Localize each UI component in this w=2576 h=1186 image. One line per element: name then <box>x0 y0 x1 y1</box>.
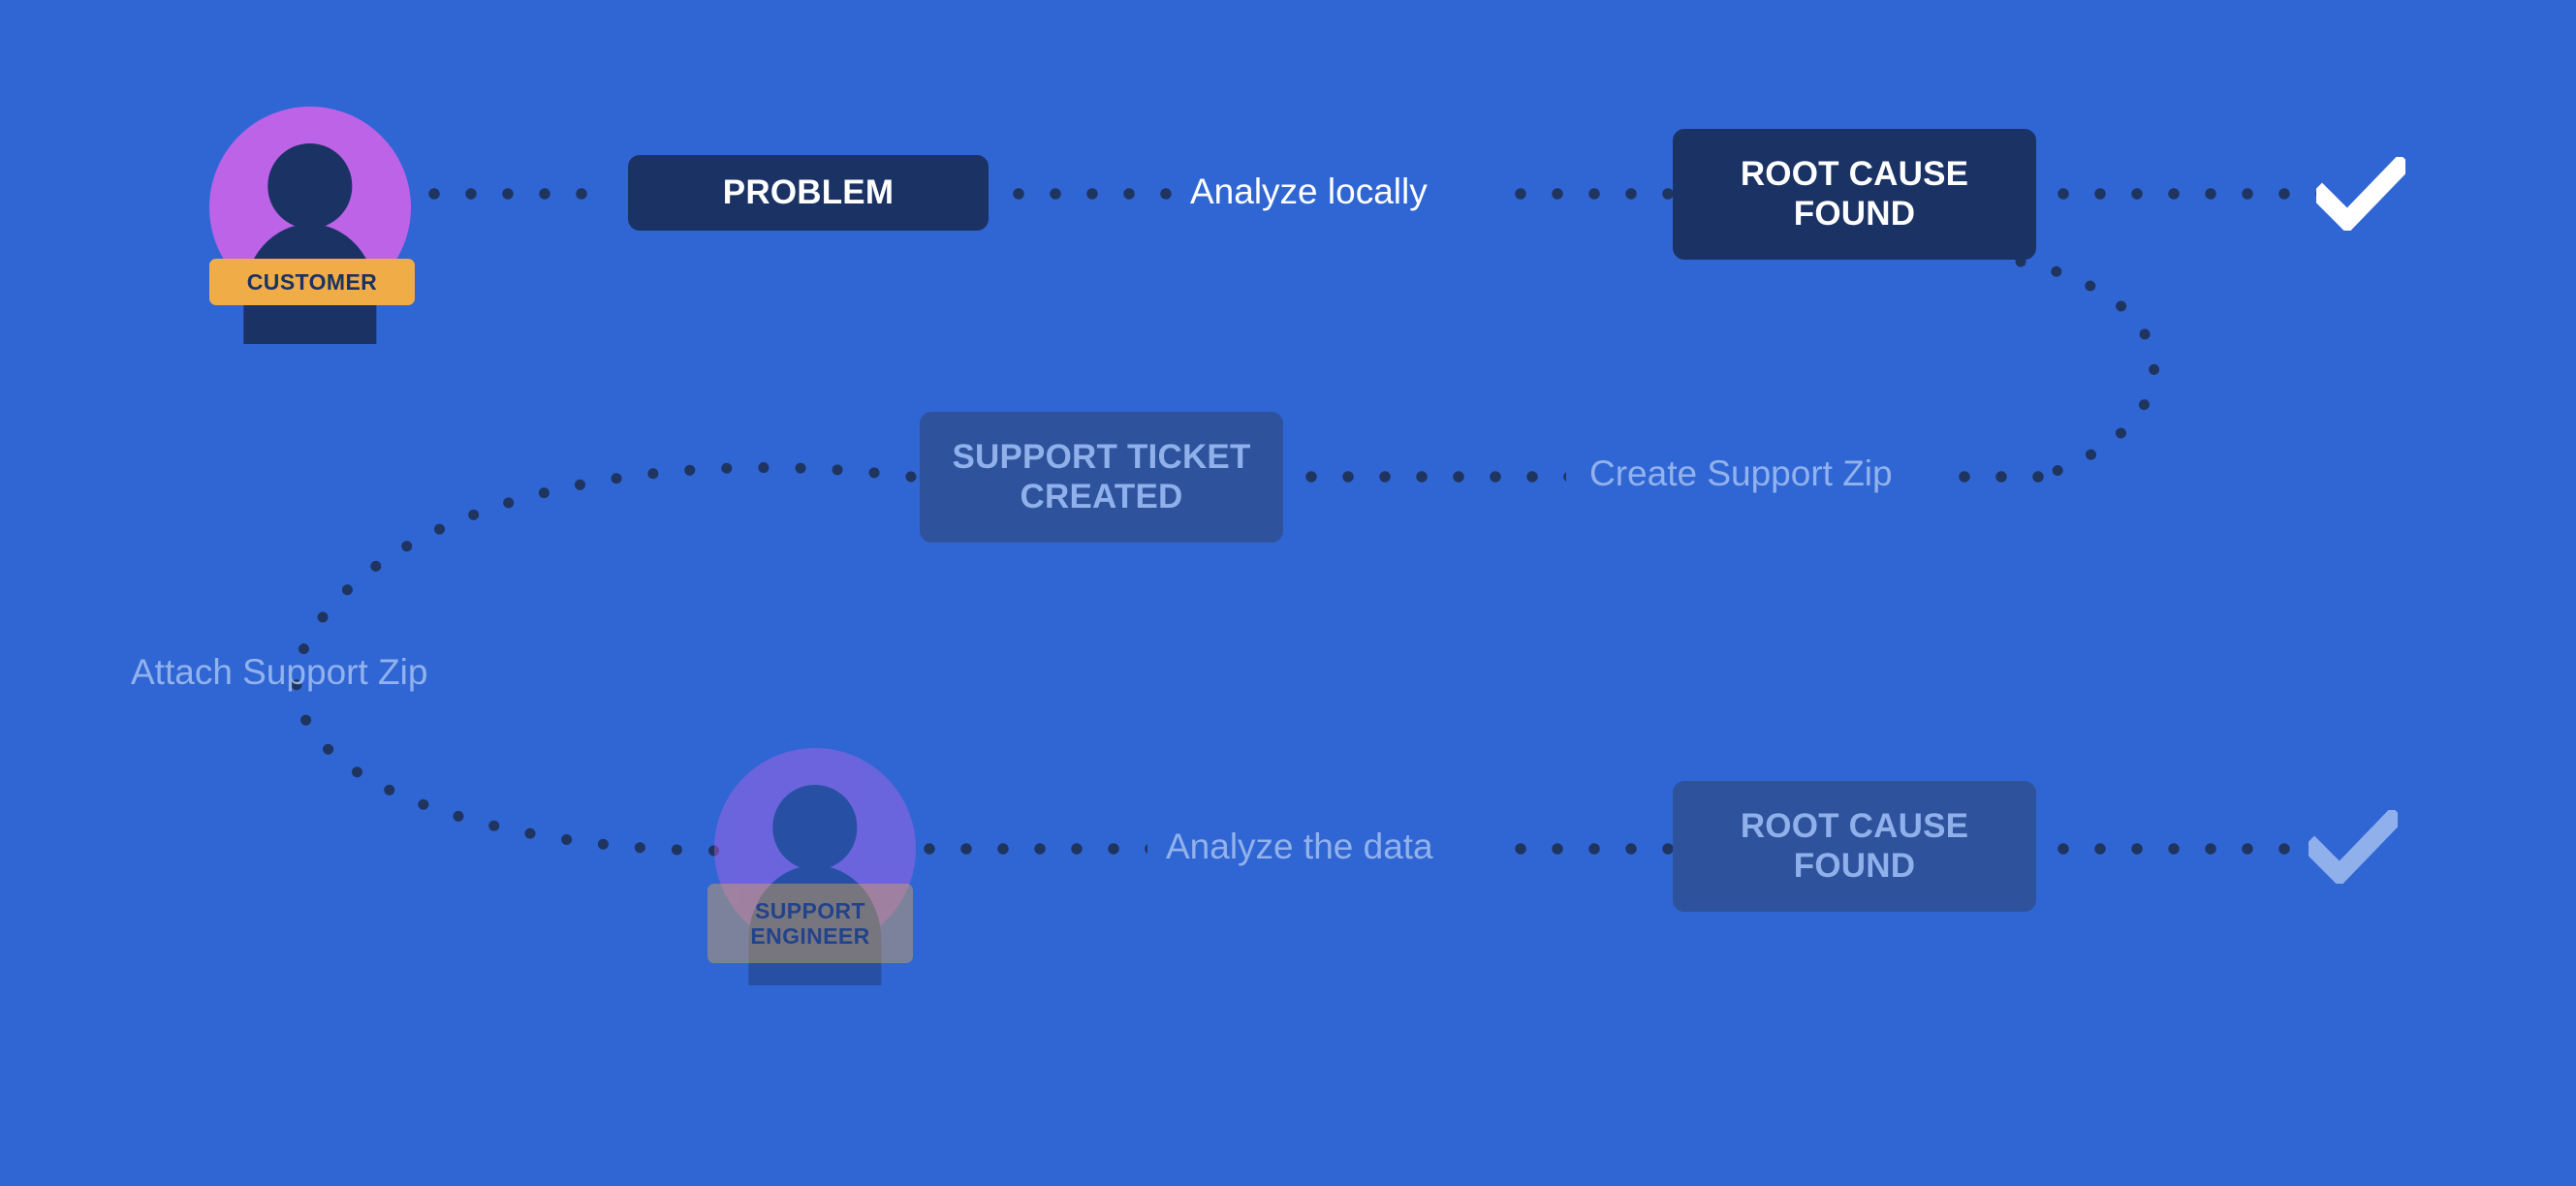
flow-diagram-canvas: CUSTOMER PROBLEM Analyze locally ROOT CA… <box>0 0 2576 1186</box>
root-cause-top-line1: ROOT CAUSE <box>1740 154 1969 193</box>
badge-engineer-line1: SUPPORT <box>755 897 865 923</box>
curve-root-cause-to-ticket <box>2015 256 2159 483</box>
action-label-attach-support-zip: Attach Support Zip <box>131 652 427 693</box>
stage-box-problem-label: PROBLEM <box>722 172 895 211</box>
dots-root-cause-to-check-bottom <box>2057 842 2318 856</box>
avatar-head <box>267 143 353 229</box>
badge-engineer-line2: ENGINEER <box>750 923 870 949</box>
check-icon <box>2316 157 2405 231</box>
badge-customer: CUSTOMER <box>209 259 415 305</box>
root-cause-top-line2: FOUND <box>1793 194 1916 233</box>
success-check-bottom <box>2309 810 2398 884</box>
badge-support-engineer: SUPPORT ENGINEER <box>707 884 913 963</box>
analyze-the-data-text: Analyze the data <box>1166 827 1433 866</box>
stage-box-root-cause-found-bottom[interactable]: ROOT CAUSE FOUND <box>1673 781 2036 912</box>
stage-box-root-cause-found-top[interactable]: ROOT CAUSE FOUND <box>1673 129 2036 260</box>
action-label-analyze-locally: Analyze locally <box>1190 172 1428 212</box>
avatar-head <box>772 785 858 870</box>
check-icon <box>2309 810 2398 884</box>
success-check-top <box>2316 157 2405 231</box>
action-label-analyze-the-data: Analyze the data <box>1166 827 1433 867</box>
dots-root-cause-to-check-top <box>2057 187 2318 201</box>
stage-box-support-ticket-created[interactable]: SUPPORT TICKET CREATED <box>920 412 1283 543</box>
ticket-line1: SUPPORT TICKET <box>952 437 1251 476</box>
badge-customer-label: CUSTOMER <box>246 268 378 295</box>
dots-engineer-to-analyze-data <box>923 842 1147 856</box>
dots-create-zip-to-curve <box>1958 470 2055 484</box>
action-label-create-support-zip: Create Support Zip <box>1589 453 1893 494</box>
dots-analyze-locally-to-root-cause <box>1514 187 1675 201</box>
dots-problem-to-analyze-locally <box>1012 187 1173 201</box>
ticket-line2: CREATED <box>1020 477 1183 515</box>
stage-box-problem[interactable]: PROBLEM <box>628 155 989 231</box>
root-cause-bottom-line2: FOUND <box>1793 846 1916 885</box>
root-cause-bottom-line1: ROOT CAUSE <box>1740 806 1969 845</box>
dots-customer-to-problem <box>427 187 606 201</box>
attach-support-zip-text: Attach Support Zip <box>131 652 428 692</box>
create-support-zip-text: Create Support Zip <box>1589 453 1893 493</box>
dots-ticket-to-create-zip <box>1304 470 1566 484</box>
dots-analyze-data-to-root-cause-bottom <box>1514 842 1675 856</box>
analyze-locally-text: Analyze locally <box>1190 172 1428 211</box>
